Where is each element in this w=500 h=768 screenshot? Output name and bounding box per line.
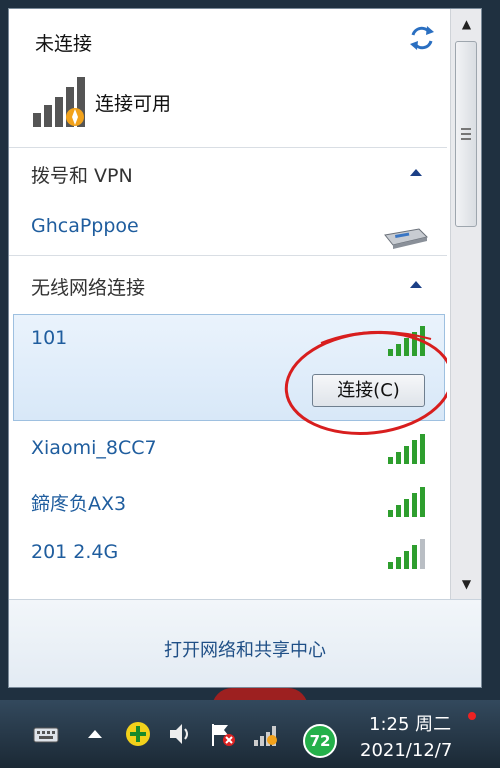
popup-footer: 打开网络和共享中心 <box>9 599 481 687</box>
network-item-ax3[interactable]: 鍗庝负AX3 <box>31 489 126 516</box>
battery-badge[interactable]: 72 <box>303 724 337 758</box>
connections-available-text: 连接可用 <box>95 93 172 115</box>
chevron-up-icon[interactable] <box>409 279 423 289</box>
notification-dot <box>468 712 476 720</box>
show-hidden-icons-icon[interactable] <box>84 720 106 748</box>
volume-icon[interactable] <box>166 720 194 748</box>
vpn-connection-item[interactable]: GhcaPppoe <box>31 215 139 237</box>
grip-line <box>461 138 471 140</box>
network-list-area: 未连接 连接可用 拨号和 VPN GhcaPppoe 无线网络连接 101 连接… <box>9 9 447 599</box>
network-tray-icon[interactable] <box>252 720 280 748</box>
clock-date[interactable]: 2021/12/7 <box>360 740 452 761</box>
network-item-101[interactable]: 101 <box>31 327 67 349</box>
section-title-wireless: 无线网络连接 <box>31 277 146 299</box>
grip-line <box>461 133 471 135</box>
add-app-icon[interactable] <box>124 720 152 748</box>
refresh-icon[interactable] <box>407 23 437 53</box>
network-popup: 未连接 连接可用 拨号和 VPN GhcaPppoe 无线网络连接 101 连接… <box>8 8 482 688</box>
vertical-scrollbar[interactable]: ▲ ▼ <box>450 9 481 599</box>
wifi-signal-icon <box>388 539 425 569</box>
grip-line <box>461 128 471 130</box>
divider <box>9 255 447 256</box>
chevron-up-icon[interactable] <box>409 167 423 177</box>
wifi-signal-icon <box>388 487 425 517</box>
wifi-signal-icon <box>388 434 425 464</box>
modem-icon <box>384 228 428 249</box>
connect-button[interactable]: 连接(C) <box>312 374 425 407</box>
action-center-flag-icon[interactable] <box>208 720 236 748</box>
wifi-signal-icon <box>388 326 425 356</box>
section-title-vpn: 拨号和 VPN <box>31 165 133 187</box>
signal-available-icon <box>33 77 85 127</box>
keyboard-icon[interactable] <box>32 720 60 748</box>
scrollbar-thumb[interactable] <box>455 41 477 227</box>
scroll-down-arrow-icon[interactable]: ▼ <box>451 573 481 595</box>
connection-status-title: 未连接 <box>35 33 93 55</box>
scroll-up-arrow-icon[interactable]: ▲ <box>451 13 481 35</box>
open-network-sharing-center-link[interactable]: 打开网络和共享中心 <box>9 636 481 662</box>
clock-time[interactable]: 1:25 周二 <box>369 710 451 736</box>
network-item-xiaomi[interactable]: Xiaomi_8CC7 <box>31 437 157 459</box>
network-item-201[interactable]: 201 2.4G <box>31 541 118 563</box>
divider <box>9 147 447 148</box>
